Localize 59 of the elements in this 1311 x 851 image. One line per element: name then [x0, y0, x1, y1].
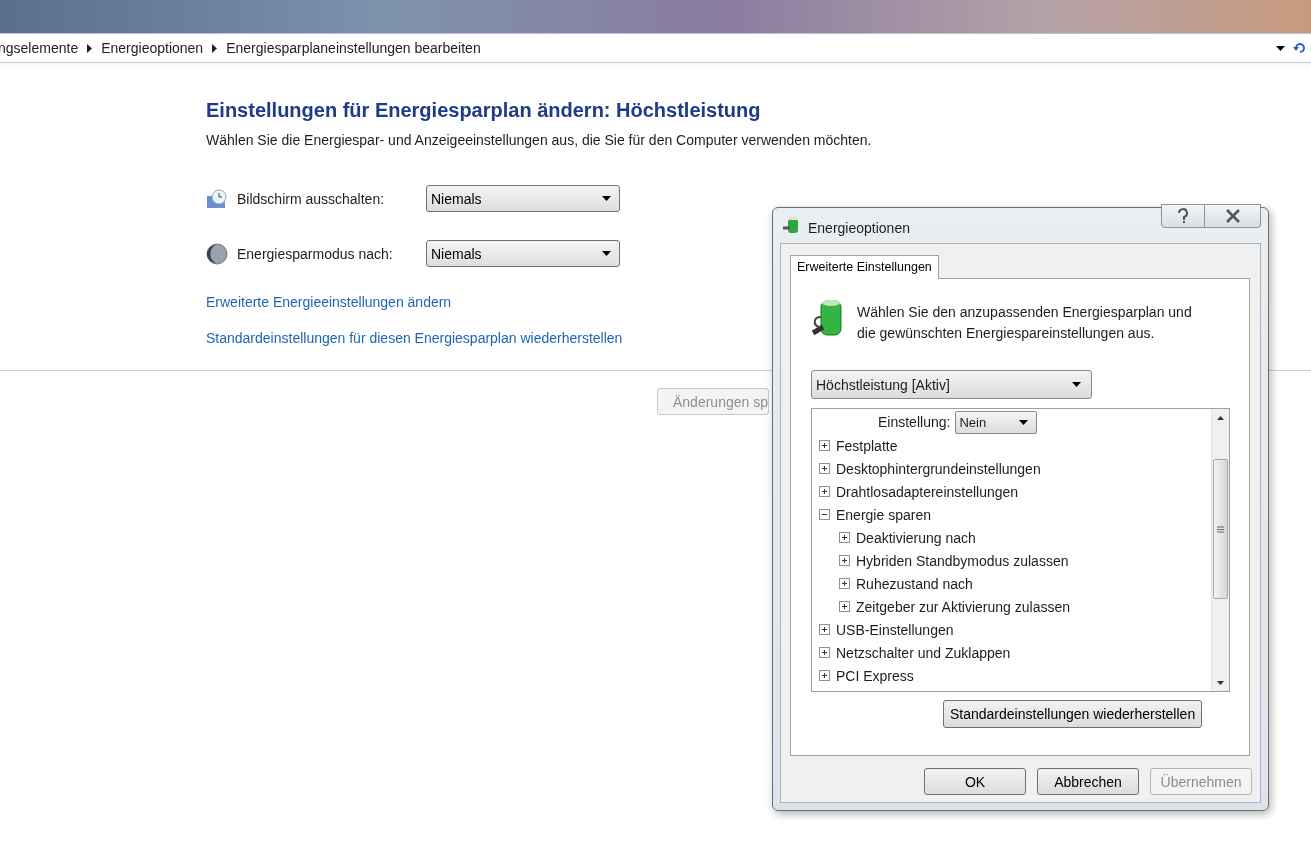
plan-dropdown[interactable]: Höchstleistung [Aktiv]	[811, 370, 1092, 399]
setting-label: Bildschirm ausschalten:	[237, 190, 386, 207]
dropdown-arrow-icon	[1072, 382, 1081, 387]
tree-item[interactable]: Deaktivierung nach	[839, 526, 1211, 549]
tree-item[interactable]: Hybriden Standbymodus zulassen	[839, 549, 1211, 572]
tree-item[interactable]: Festplatte	[819, 434, 1211, 457]
dialog-description: Wählen Sie den anzupassenden Energiesparplan und die gewünschten Energiespareinstellungen aus.	[857, 303, 1193, 343]
tab[interactable]: Erweiterte Einstellungen	[790, 255, 939, 279]
collapse-icon[interactable]	[819, 509, 830, 520]
scroll-down-icon[interactable]	[1217, 680, 1224, 685]
expand-icon[interactable]	[839, 555, 850, 566]
dropdown-arrow-icon	[602, 251, 611, 256]
refresh-icon[interactable]	[1293, 41, 1307, 55]
restore-defaults-button[interactable]: Standardeinstellungen wiederherstellen	[943, 700, 1203, 728]
settings-link[interactable]: Erweiterte Energieeinstellungen ändern	[206, 294, 452, 310]
tree-item[interactable]: Desktophintergrundeinstellungen	[819, 457, 1211, 480]
dropdown-arrow-icon	[1019, 419, 1029, 425]
setting-dropdown[interactable]: Niemals	[426, 240, 620, 267]
setting-label: Energiesparmodus nach:	[237, 245, 394, 262]
breadcrumb[interactable]: Energieoptionen	[101, 40, 204, 56]
page-description: Wählen Sie die Energiespar- und Anzeigeeinstellungen aus, die Sie für den Computer verwenden möchten.	[206, 132, 873, 148]
expand-icon[interactable]	[839, 578, 850, 589]
setting-dropdown[interactable]: Nein	[955, 410, 1038, 434]
close-button[interactable]	[1205, 204, 1261, 228]
dialog-button[interactable]: Abbrechen	[1037, 768, 1139, 795]
expand-icon[interactable]	[819, 624, 830, 635]
page-title: Einstellungen für Energiesparplan ändern: Höchstleistung	[206, 99, 762, 122]
expand-icon[interactable]	[839, 601, 850, 612]
chevron-right-icon	[87, 43, 93, 53]
history-dropdown-icon	[1276, 45, 1285, 51]
tree-item[interactable]: Energie sparen	[819, 503, 1211, 526]
settings-link[interactable]: Standardeinstellungen für diesen Energiesparplan wiederherstellen	[206, 330, 623, 346]
setting-dropdown[interactable]: Niemals	[426, 185, 620, 212]
expand-icon[interactable]	[819, 440, 830, 451]
moon-icon	[206, 242, 228, 265]
scrollbar[interactable]	[1211, 409, 1229, 691]
tree-item[interactable]: Netzschalter und Zuklappen	[819, 641, 1211, 664]
tree-item[interactable]: Drahtlosadaptereinstellungen	[819, 480, 1211, 503]
scroll-up-icon[interactable]	[1217, 415, 1224, 420]
dropdown-arrow-icon	[602, 196, 611, 201]
tree-item[interactable]: USB-Einstellungen	[819, 618, 1211, 641]
help-button[interactable]	[1161, 204, 1205, 228]
expand-icon[interactable]	[839, 532, 850, 543]
dialog-title: Energieoptionen	[808, 219, 911, 236]
monitor-clock-icon	[206, 187, 228, 210]
close-icon	[1224, 209, 1241, 223]
expand-icon[interactable]	[819, 486, 830, 497]
expand-icon[interactable]	[819, 463, 830, 474]
expand-icon[interactable]	[819, 647, 830, 658]
grip-icon	[1217, 525, 1224, 533]
tree-item[interactable]: Zeitgeber zur Aktivierung zulassen	[839, 595, 1211, 618]
dialog-button[interactable]: OK	[924, 768, 1026, 795]
help-icon	[1177, 208, 1189, 224]
tree-item[interactable]: Ruhezustand nach	[839, 572, 1211, 595]
expand-icon[interactable]	[819, 670, 830, 681]
setting-label: Einstellung:	[878, 414, 951, 430]
breadcrumb[interactable]: Energiesparplaneinstellungen bearbeiten	[226, 40, 481, 56]
chevron-right-icon	[212, 43, 218, 53]
tree-item[interactable]: PCI Express	[819, 664, 1211, 687]
